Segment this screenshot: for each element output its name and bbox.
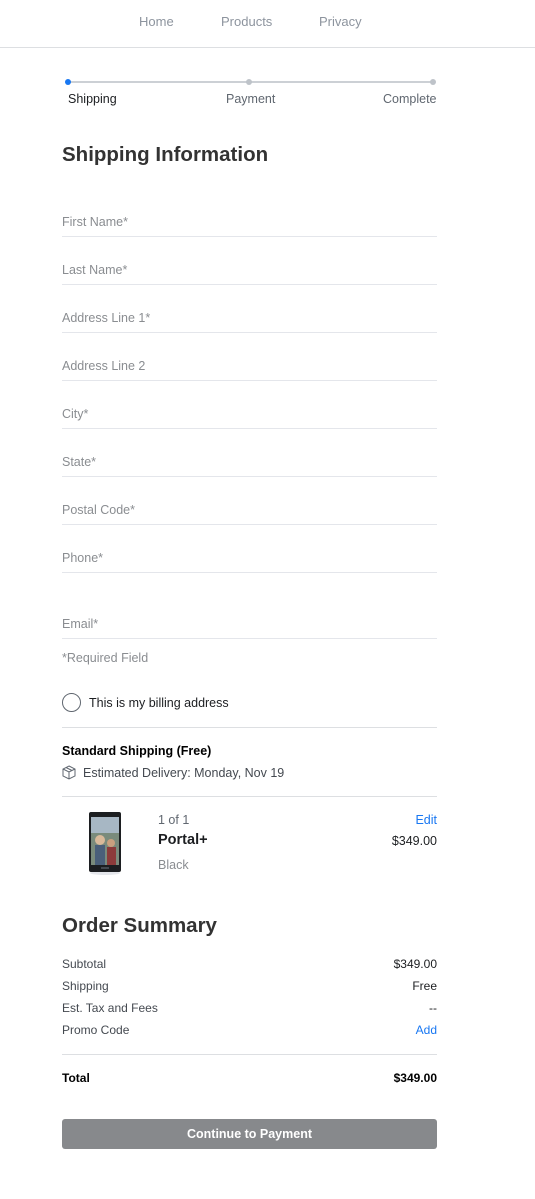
nav-link-home[interactable]: Home [139,14,174,29]
estimated-delivery-text: Estimated Delivery: Monday, Nov 19 [83,766,285,780]
postal-code-input[interactable] [62,501,437,519]
divider [62,727,437,728]
address-line-1-input[interactable] [62,309,437,327]
order-summary-title: Order Summary [62,914,217,937]
step-dot-shipping [65,79,71,85]
divider [62,1054,437,1055]
nav-link-products[interactable]: Products [221,14,272,29]
promo-code-label: Promo Code [62,1023,130,1037]
portal-device-image [89,812,121,875]
phone-field [62,549,437,573]
item-count: 1 of 1 [158,813,190,827]
total-value: $349.00 [393,1071,437,1085]
last-name-field [62,261,437,285]
edit-item-link[interactable]: Edit [415,813,437,827]
add-promo-code-link[interactable]: Add [416,1023,437,1037]
step-label-complete: Complete [383,92,437,106]
postal-code-field [62,501,437,525]
billing-address-checkbox[interactable] [62,693,81,712]
subtotal-label: Subtotal [62,957,107,971]
first-name-field [62,213,437,237]
product-variant: Black [158,858,189,872]
address-line-2-input[interactable] [62,357,437,375]
product-price: $349.00 [391,834,437,848]
tax-label: Est. Tax and Fees [62,1001,158,1015]
page-title: Shipping Information [62,143,269,166]
state-field [62,453,437,477]
tax-value: -- [429,1001,437,1015]
last-name-input[interactable] [62,261,437,279]
required-field-note: *Required Field [62,651,149,665]
total-label: Total [62,1071,90,1085]
shipping-cost-value: Free [412,979,437,993]
step-dot-complete [430,79,436,85]
continue-to-payment-button[interactable]: Continue to Payment [62,1119,437,1149]
email-field [62,615,437,639]
subtotal-value: $349.00 [393,957,437,971]
product-name: Portal+ [158,832,208,848]
first-name-input[interactable] [62,213,437,231]
shipping-cost-label: Shipping [62,979,109,993]
email-input[interactable] [62,615,437,633]
billing-address-label[interactable]: This is my billing address [89,696,229,710]
nav-link-privacy[interactable]: Privacy [319,14,362,29]
box-icon [62,765,76,780]
step-label-payment: Payment [226,92,276,106]
address-line-2-field [62,357,437,381]
phone-input[interactable] [62,549,437,567]
shipping-method-title: Standard Shipping (Free) [62,744,212,758]
divider [62,796,437,797]
step-label-shipping: Shipping [68,92,117,106]
step-dot-payment [246,79,252,85]
city-input[interactable] [62,405,437,423]
state-input[interactable] [62,453,437,471]
address-line-1-field [62,309,437,333]
city-field [62,405,437,429]
top-navigation: Home Products Privacy [0,0,535,48]
